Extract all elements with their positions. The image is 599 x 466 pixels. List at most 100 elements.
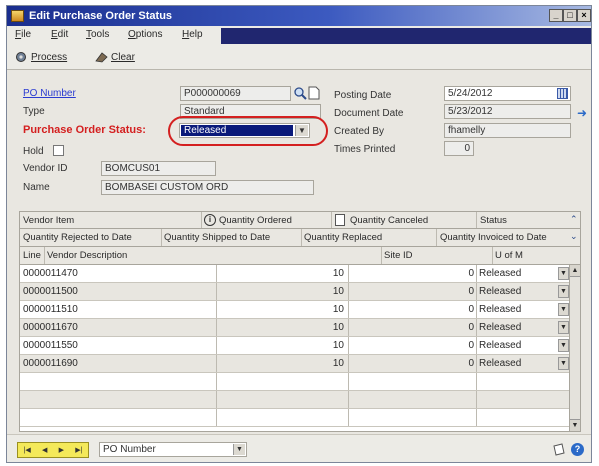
col-qty-canceled[interactable]: Quantity Canceled	[350, 215, 428, 226]
scroll-up-icon[interactable]: ▲	[570, 265, 580, 277]
created-by-field: fhamelly	[444, 123, 571, 138]
new-document-icon[interactable]	[308, 86, 320, 100]
table-row[interactable]: 0000011550 10 0 Released ▼	[20, 337, 571, 355]
cell-status: Released	[479, 340, 522, 351]
window-title: Edit Purchase Order Status	[29, 10, 173, 22]
name-label: Name	[23, 182, 50, 193]
table-row[interactable]: 0000011470 10 0 Released ▼	[20, 265, 571, 283]
menu-bar-fill	[221, 28, 591, 44]
minimize-button[interactable]: _	[549, 9, 563, 22]
hold-checkbox[interactable]	[53, 145, 64, 156]
table-row[interactable]: 0000011500 10 0 Released ▼	[20, 283, 571, 301]
created-by-label: Created By	[334, 126, 385, 137]
cell-vendor-item: 0000011670	[23, 322, 78, 333]
cell-qty-canceled: 0	[468, 358, 474, 369]
cell-qty-ordered: 10	[332, 286, 344, 297]
cell-status: Released	[479, 322, 522, 333]
chevron-down-icon[interactable]: ▼	[558, 339, 569, 352]
last-record-icon[interactable]: ▶|	[75, 446, 82, 454]
table-row[interactable]: 0000011670 10 0 Released ▼	[20, 319, 571, 337]
expand-rows-icon[interactable]: ⌄	[570, 231, 578, 242]
table-row[interactable]: 0000011690 10 0 Released ▼	[20, 355, 571, 373]
chevron-down-icon[interactable]: ▼	[558, 321, 569, 334]
collapse-rows-icon[interactable]: ⌃	[570, 214, 578, 225]
times-printed-field: 0	[444, 141, 474, 156]
po-number-field[interactable]: P000000069	[180, 86, 291, 101]
cell-vendor-item: 0000011500	[23, 286, 78, 297]
scroll-down-icon[interactable]: ▼	[570, 419, 580, 431]
chevron-down-icon[interactable]: ▼	[558, 267, 569, 280]
eraser-icon	[95, 51, 108, 63]
cell-qty-canceled: 0	[468, 322, 474, 333]
grid-body: 0000011470 10 0 Released ▼ 0000011500 10…	[19, 265, 581, 432]
col-status[interactable]: Status	[480, 215, 507, 226]
hold-label: Hold	[23, 146, 44, 157]
sort-by-dropdown[interactable]: PO Number ▼	[99, 442, 247, 457]
col-uom[interactable]: U of M	[495, 250, 523, 261]
chevron-down-icon[interactable]: ▼	[558, 357, 569, 370]
chevron-down-icon[interactable]: ▼	[558, 285, 569, 298]
cell-qty-ordered: 10	[332, 322, 344, 333]
vendor-name-field: BOMBASEI CUSTOM ORD	[101, 180, 314, 195]
col-vendor-description[interactable]: Vendor Description	[47, 250, 127, 261]
col-line[interactable]: Line	[23, 250, 41, 261]
status-bar: |◀ ◀ ▶ ▶| PO Number ▼ ?	[7, 434, 591, 462]
cell-qty-ordered: 10	[332, 268, 344, 279]
empty-row[interactable]	[20, 391, 571, 409]
col-qty-replaced[interactable]: Quantity Replaced	[304, 232, 382, 243]
cell-status: Released	[479, 358, 522, 369]
menu-tools[interactable]: Tools	[86, 29, 109, 40]
process-button[interactable]: Process	[15, 49, 67, 65]
col-qty-shipped[interactable]: Quantity Shipped to Date	[164, 232, 270, 243]
next-record-icon[interactable]: ▶	[59, 446, 64, 454]
po-status-dropdown[interactable]: Released ▼	[179, 123, 310, 138]
arrow-right-icon[interactable]: ➜	[577, 106, 587, 120]
toolbar: Process Clear	[7, 44, 591, 70]
col-site-id[interactable]: Site ID	[384, 250, 413, 261]
chevron-down-icon[interactable]: ▼	[558, 303, 569, 316]
cell-qty-canceled: 0	[468, 286, 474, 297]
menu-help[interactable]: Help	[182, 29, 203, 40]
close-button[interactable]: ×	[577, 9, 591, 22]
grid-scrollbar[interactable]: ▲ ▼	[569, 265, 580, 431]
col-qty-ordered[interactable]: Quantity Ordered	[219, 215, 292, 226]
help-icon[interactable]: ?	[571, 443, 584, 456]
chevron-down-icon[interactable]: ▼	[295, 125, 308, 136]
app-icon	[11, 10, 24, 22]
cell-vendor-item: 0000011470	[23, 268, 78, 279]
cell-qty-canceled: 0	[468, 340, 474, 351]
col-vendor-item[interactable]: Vendor Item	[23, 215, 74, 226]
title-bar: Edit Purchase Order Status _ □ ×	[7, 6, 591, 26]
cell-status: Released	[479, 268, 522, 279]
note-icon[interactable]	[552, 443, 566, 456]
process-label: Process	[31, 51, 68, 63]
previous-record-icon[interactable]: ◀	[42, 446, 47, 454]
cell-vendor-item: 0000011550	[23, 340, 78, 351]
clear-button[interactable]: Clear	[95, 49, 135, 65]
empty-row[interactable]	[20, 409, 571, 427]
menu-edit[interactable]: Edit	[51, 29, 68, 40]
posting-date-label: Posting Date	[334, 90, 392, 101]
menu-options[interactable]: Options	[128, 29, 162, 40]
document-date-field: 5/23/2012	[444, 104, 571, 119]
document-date-label: Document Date	[334, 108, 404, 119]
times-printed-label: Times Printed	[334, 144, 396, 155]
po-status-label: Purchase Order Status:	[23, 124, 146, 136]
col-qty-rejected[interactable]: Quantity Rejected to Date	[23, 232, 132, 243]
chevron-down-icon[interactable]: ▼	[233, 444, 245, 455]
col-qty-invoiced[interactable]: Quantity Invoiced to Date	[440, 232, 547, 243]
lookup-icon[interactable]	[293, 86, 307, 100]
calendar-icon[interactable]	[557, 88, 568, 99]
cell-qty-ordered: 10	[332, 340, 344, 351]
maximize-button[interactable]: □	[563, 9, 577, 22]
menu-file[interactable]: File	[15, 29, 31, 40]
empty-row[interactable]	[20, 373, 571, 391]
table-row[interactable]: 0000011510 10 0 Released ▼	[20, 301, 571, 319]
note-icon	[335, 214, 345, 226]
first-record-icon[interactable]: |◀	[24, 446, 31, 454]
record-navigator[interactable]: |◀ ◀ ▶ ▶|	[17, 442, 89, 458]
posting-date-field[interactable]: 5/24/2012	[444, 86, 571, 101]
info-icon: i	[204, 214, 216, 226]
cell-qty-canceled: 0	[468, 304, 474, 315]
po-number-label[interactable]: PO Number	[23, 88, 76, 99]
